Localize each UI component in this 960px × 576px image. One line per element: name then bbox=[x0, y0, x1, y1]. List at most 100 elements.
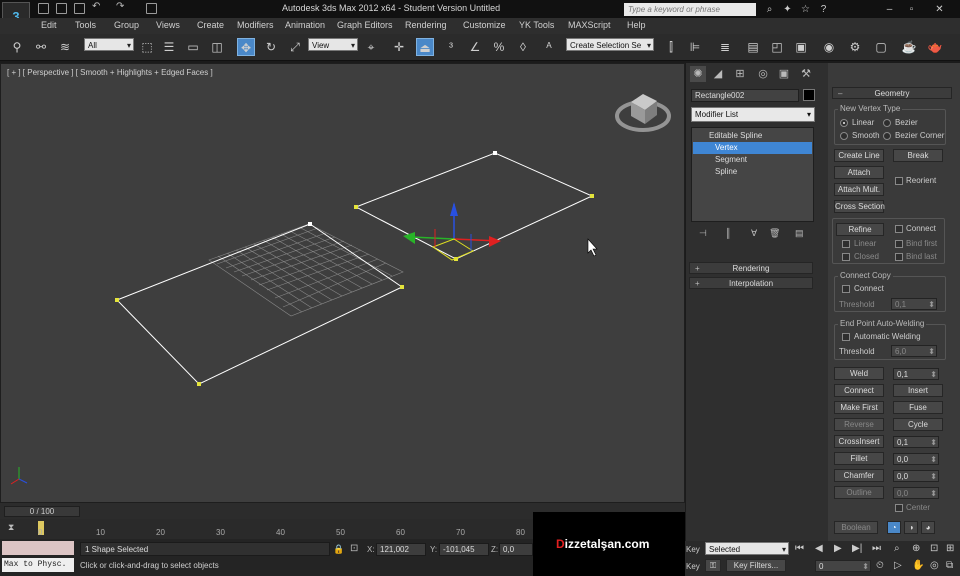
project-folder-icon[interactable] bbox=[146, 3, 157, 14]
subtraction-icon[interactable]: ◑ bbox=[904, 521, 918, 534]
go-to-end-icon[interactable]: ⏭ bbox=[872, 543, 881, 554]
help-icon[interactable]: ? bbox=[816, 3, 831, 16]
select-move-icon[interactable]: ✥ bbox=[237, 38, 255, 56]
modifier-list-dropdown[interactable]: Modifier List bbox=[691, 107, 815, 122]
reference-coordinate-dropdown[interactable]: View bbox=[308, 38, 358, 52]
outline-button[interactable]: Outline bbox=[834, 486, 884, 499]
insert-button[interactable]: Insert bbox=[893, 384, 943, 397]
time-configuration-icon[interactable]: ⏲ bbox=[876, 560, 884, 571]
current-frame-spinner[interactable]: 0 bbox=[815, 560, 871, 572]
zoom-icon[interactable]: ⌕ bbox=[894, 543, 900, 554]
union-icon[interactable]: ◔ bbox=[887, 521, 901, 534]
automatic-welding-checkbox[interactable] bbox=[842, 333, 850, 341]
z-coord-field[interactable]: 0,0 bbox=[499, 543, 533, 556]
show-end-result-icon[interactable]: ║ bbox=[725, 228, 731, 238]
boolean-button[interactable]: Boolean bbox=[834, 521, 878, 534]
select-by-name-icon[interactable]: ☰ bbox=[160, 38, 178, 56]
minimize-icon[interactable]: – bbox=[882, 3, 897, 16]
attach-mult-button[interactable]: Attach Mult. bbox=[834, 183, 884, 196]
break-button[interactable]: Break bbox=[893, 149, 943, 162]
create-tab-icon[interactable]: ✺ bbox=[690, 66, 706, 82]
maximize-icon[interactable]: ▫ bbox=[904, 3, 919, 16]
fillet-spinner[interactable]: 0,0 bbox=[893, 453, 939, 465]
play-icon[interactable]: ▶ bbox=[834, 543, 842, 554]
search-input[interactable]: Type a keyword or phrase bbox=[624, 3, 756, 16]
linear-checkbox[interactable] bbox=[842, 240, 850, 248]
curve-editor-icon[interactable]: ◰ bbox=[768, 38, 786, 56]
object-color-swatch[interactable] bbox=[803, 89, 815, 101]
stack-item-vertex[interactable]: Vertex bbox=[693, 142, 812, 154]
key-mode-dropdown[interactable]: Selected bbox=[705, 542, 789, 556]
graphite-ribbon-icon[interactable]: ▤ bbox=[744, 38, 762, 56]
next-frame-icon[interactable]: ▶| bbox=[852, 543, 862, 554]
menu-animation[interactable]: Animation bbox=[285, 20, 325, 30]
object-name-field[interactable]: Rectangle002 bbox=[691, 89, 799, 102]
menu-create[interactable]: Create bbox=[197, 20, 224, 30]
render-setup-icon[interactable]: ⚙ bbox=[846, 38, 864, 56]
layer-manager-icon[interactable]: ≣ bbox=[716, 38, 734, 56]
track-bar[interactable]: 0 10 20 30 40 50 60 70 80 ⧗ bbox=[0, 519, 533, 539]
connect-checkbox[interactable] bbox=[895, 225, 903, 233]
close-icon[interactable]: ✕ bbox=[932, 3, 947, 16]
render-production-icon[interactable]: ☕ bbox=[900, 38, 918, 56]
absolute-mode-icon[interactable]: ⊡ bbox=[350, 543, 358, 554]
binoculars-icon[interactable]: ⌕ bbox=[762, 3, 777, 16]
center-checkbox[interactable] bbox=[895, 504, 903, 512]
y-coord-field[interactable]: -101,045 bbox=[439, 543, 489, 556]
display-tab-icon[interactable]: ▣ bbox=[776, 66, 792, 82]
key-filters-button[interactable]: Key Filters... bbox=[726, 559, 786, 572]
x-coord-field[interactable]: 121,002 bbox=[376, 543, 426, 556]
menu-tools[interactable]: Tools bbox=[75, 20, 96, 30]
maxscript-listener-input[interactable] bbox=[2, 541, 74, 555]
connect-copy-threshold-spinner[interactable]: 0,1 bbox=[891, 298, 937, 310]
menu-maxscript[interactable]: MAXScript bbox=[568, 20, 611, 30]
named-selection-dropdown[interactable]: Create Selection Se bbox=[566, 38, 654, 52]
keyboard-shortcut-override-icon[interactable]: ⏏ bbox=[416, 38, 434, 56]
cross-insert-spinner[interactable]: 0,1 bbox=[893, 436, 939, 448]
attach-button[interactable]: Attach bbox=[834, 166, 884, 179]
bezier-radio[interactable] bbox=[883, 119, 891, 127]
menu-yk-tools[interactable]: YK Tools bbox=[519, 20, 554, 30]
fillet-button[interactable]: Fillet bbox=[834, 452, 884, 465]
interpolation-rollout[interactable]: + Interpolation bbox=[689, 277, 813, 289]
open-file-icon[interactable] bbox=[56, 3, 67, 14]
unlink-icon[interactable]: ⚯ bbox=[32, 38, 50, 56]
connect-copy-checkbox[interactable] bbox=[842, 285, 850, 293]
auto-weld-threshold-spinner[interactable]: 6,0 bbox=[891, 345, 937, 357]
select-object-icon[interactable]: ⬚ bbox=[138, 38, 156, 56]
cross-section-button[interactable]: Cross Section bbox=[834, 200, 885, 213]
snaps-toggle-icon[interactable]: ³ bbox=[442, 38, 460, 56]
edit-named-selection-icon[interactable]: ᴬ bbox=[540, 38, 558, 56]
zoom-all-icon[interactable]: ⊕ bbox=[912, 543, 920, 554]
maximize-viewport-icon[interactable]: ⧉ bbox=[946, 560, 953, 571]
align-icon[interactable]: ⊫ bbox=[686, 38, 704, 56]
selection-filter-dropdown[interactable]: All bbox=[84, 38, 134, 52]
pivot-center-icon[interactable]: ⌖ bbox=[362, 38, 380, 56]
outline-spinner[interactable]: 0,0 bbox=[893, 487, 939, 499]
material-editor-icon[interactable]: ◉ bbox=[820, 38, 838, 56]
window-crossing-icon[interactable]: ◫ bbox=[208, 38, 226, 56]
create-line-button[interactable]: Create Line bbox=[834, 149, 884, 162]
time-slider[interactable]: 0 / 100 bbox=[4, 506, 80, 517]
weld-button[interactable]: Weld bbox=[834, 367, 884, 380]
chamfer-spinner[interactable]: 0,0 bbox=[893, 470, 939, 482]
closed-checkbox[interactable] bbox=[842, 253, 850, 261]
bezier-corner-radio[interactable] bbox=[883, 132, 891, 140]
render-iterative-icon[interactable]: 🫖 bbox=[926, 38, 944, 56]
undo-icon[interactable]: ↶ bbox=[92, 1, 103, 12]
intersection-icon[interactable]: ◕ bbox=[921, 521, 935, 534]
schematic-view-icon[interactable]: ▣ bbox=[792, 38, 810, 56]
save-file-icon[interactable] bbox=[74, 3, 85, 14]
percent-snap-icon[interactable]: % bbox=[490, 38, 508, 56]
stack-item-segment[interactable]: Segment bbox=[693, 154, 812, 166]
select-manipulate-icon[interactable]: ✛ bbox=[390, 38, 408, 56]
selection-lock-icon[interactable]: 🔒 bbox=[333, 544, 344, 555]
cross-insert-button[interactable]: CrossInsert bbox=[834, 435, 884, 448]
rendering-rollout[interactable]: + Rendering bbox=[689, 262, 813, 274]
rendered-frame-icon[interactable]: ▢ bbox=[872, 38, 890, 56]
smooth-radio[interactable] bbox=[840, 132, 848, 140]
chamfer-button[interactable]: Chamfer bbox=[834, 469, 884, 482]
motion-tab-icon[interactable]: ◎ bbox=[755, 66, 771, 82]
spinner-snap-icon[interactable]: ◊ bbox=[514, 38, 532, 56]
linear-radio[interactable] bbox=[840, 119, 848, 127]
